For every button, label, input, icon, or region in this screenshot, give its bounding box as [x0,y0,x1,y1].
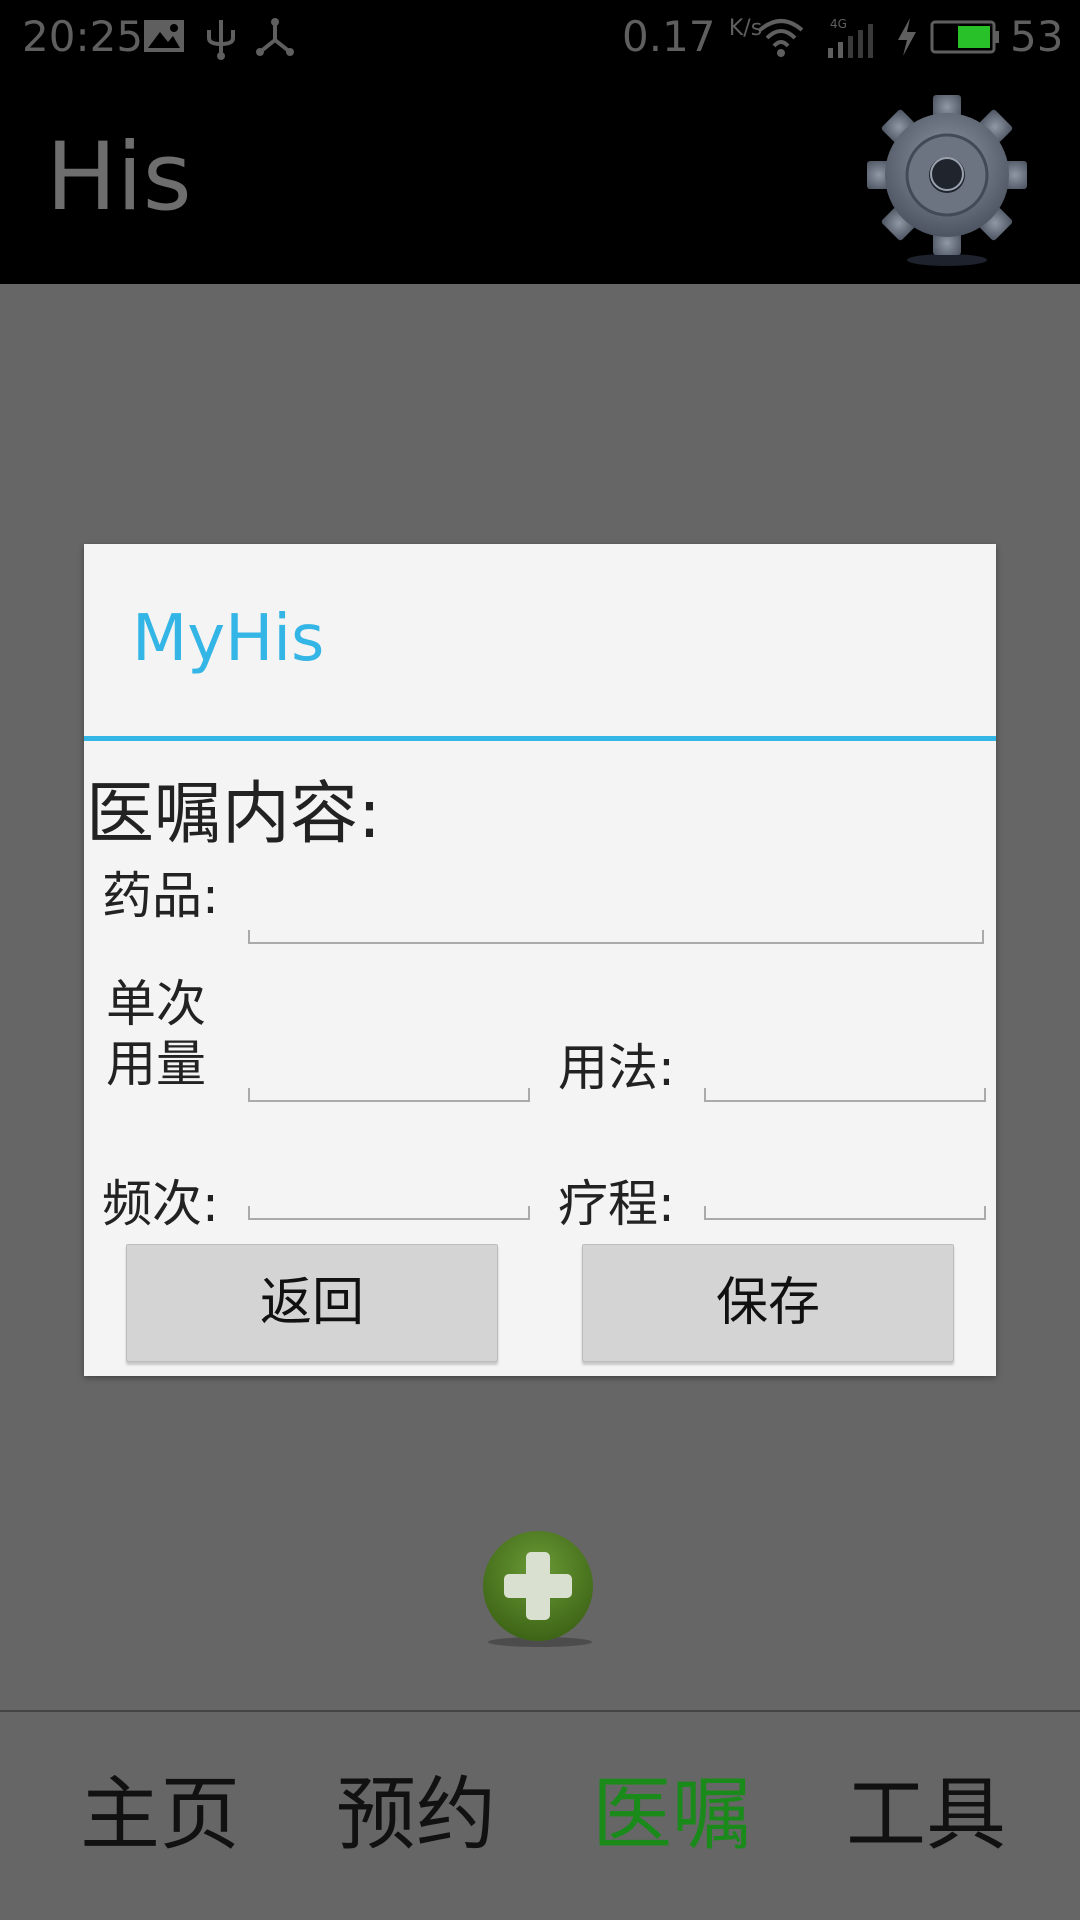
drug-input[interactable] [248,890,986,944]
drug-label: 药品: [102,867,219,925]
dialog: MyHis 医嘱内容: 药品: 单次 用量 用法: 频次: 疗程: 返回 保存 [84,544,996,1376]
image-icon [142,16,186,66]
nav-appointment[interactable]: 预约 [336,1770,496,1860]
course-input[interactable] [704,1166,988,1220]
course-input-text[interactable] [706,1166,988,1214]
battery-level: 53 [1010,12,1064,61]
course-label: 疗程: [558,1175,675,1233]
nav-orders[interactable]: 医嘱 [592,1770,752,1860]
dose-label: 单次 用量 [106,974,206,1094]
battery-icon [930,16,1002,68]
net-speed: 0.17 K/s [622,12,762,61]
usage-label: 用法: [558,1039,675,1097]
action-bar: His [0,76,1080,284]
gear-icon[interactable] [862,90,1032,274]
usage-input[interactable] [704,1048,988,1102]
section-heading: 医嘱内容: [86,775,381,854]
status-bar: 20:25 0.17 K/s 4G 53 [0,0,1080,76]
back-button[interactable]: 返回 [126,1244,498,1362]
drug-input-text[interactable] [250,890,986,938]
charging-icon [894,16,920,68]
dose-input-text[interactable] [250,1048,532,1096]
frequency-label: 频次: [102,1175,219,1233]
dialog-title: MyHis [132,602,325,676]
share-icon [254,16,296,68]
dialog-title-divider [84,736,996,741]
nav-home[interactable]: 主页 [80,1770,240,1860]
bottom-nav-divider [0,1710,1080,1712]
save-button[interactable]: 保存 [582,1244,954,1362]
svg-text:4G: 4G [830,17,847,31]
net-speed-value: 0.17 [622,12,716,61]
add-button[interactable] [482,1530,598,1654]
dose-label-line2: 用量 [106,1035,206,1093]
app-title: His [46,123,192,232]
nav-tools[interactable]: 工具 [846,1770,1006,1860]
dose-label-line1: 单次 [106,975,206,1033]
signal-icon: 4G [826,16,880,70]
wifi-icon [756,16,806,70]
frequency-input[interactable] [248,1166,532,1220]
dose-input[interactable] [248,1048,532,1102]
usage-input-text[interactable] [706,1048,988,1096]
usb-icon [204,16,238,70]
frequency-input-text[interactable] [250,1166,532,1214]
status-time: 20:25 [22,12,144,61]
